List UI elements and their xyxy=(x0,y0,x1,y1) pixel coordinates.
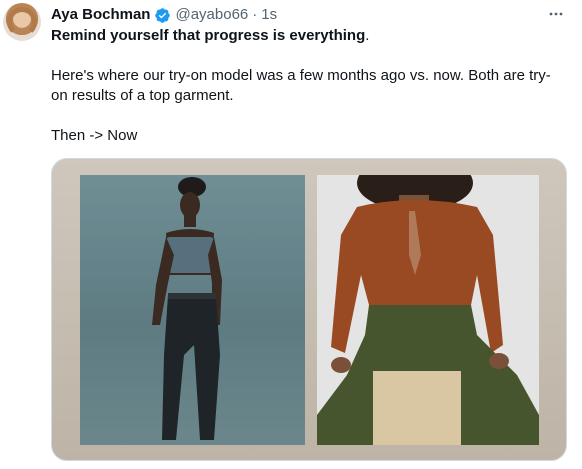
tweet-media[interactable] xyxy=(51,158,567,461)
tweet-timestamp[interactable]: 1s xyxy=(261,5,277,25)
tweet-text: Remind yourself that progress is everyth… xyxy=(51,26,565,146)
tweet-text-line3: Then -> Now xyxy=(51,127,138,144)
photo-then[interactable] xyxy=(80,175,305,445)
header-separator: · xyxy=(252,6,258,23)
author-handle[interactable]: @ayabo66 xyxy=(175,5,248,25)
author-avatar[interactable] xyxy=(3,3,41,41)
verified-badge-icon xyxy=(155,7,171,23)
tweet-text-line1: Remind yourself that progress is everyth… xyxy=(51,26,565,46)
tweet-text-bold: Remind yourself that progress is everyth… xyxy=(51,27,366,44)
tweet-text-period: . xyxy=(365,27,370,44)
author-name[interactable]: Aya Bochman xyxy=(51,5,150,25)
photo-now[interactable] xyxy=(317,175,539,445)
tweet-header: Aya Bochman @ayabo66 · 1s xyxy=(51,5,277,25)
more-options-icon[interactable] xyxy=(548,6,564,22)
tweet-text-line2: Here's where our try-on model was a few … xyxy=(51,67,551,104)
